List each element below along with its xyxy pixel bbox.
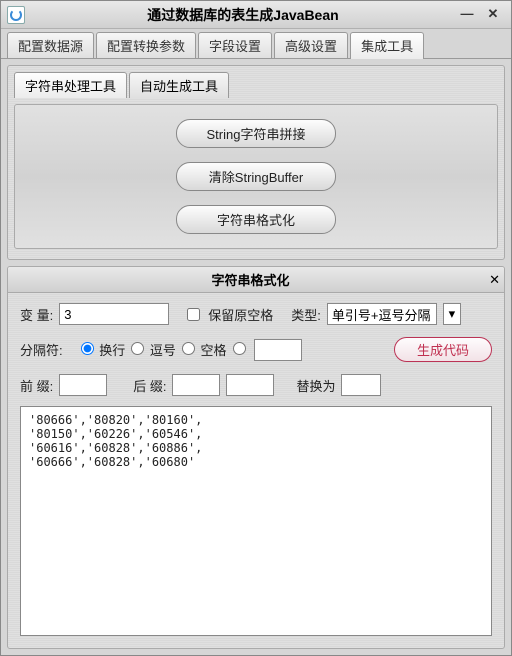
prefix-input[interactable] <box>59 374 107 396</box>
main-tabs: 配置数据源 配置转换参数 字段设置 高级设置 集成工具 <box>1 29 511 59</box>
delim-label: 分隔符: <box>20 340 63 359</box>
window-title: 通过数据库的表生成JavaBean <box>33 5 453 25</box>
keep-spaces-checkbox[interactable] <box>187 308 200 321</box>
subtabs: 字符串处理工具 自动生成工具 <box>14 72 498 98</box>
clear-stringbuffer-button[interactable]: 清除StringBuffer <box>176 162 336 191</box>
app-icon <box>7 6 25 24</box>
delim-newline-option[interactable]: 换行 <box>81 340 126 359</box>
delim-custom-input[interactable] <box>254 339 302 361</box>
format-subwindow: 字符串格式化 ✕ 变 量: 保留原空格 类型: ▾ 分隔符: 换行 <box>7 266 505 649</box>
string-tools-panel: String字符串拼接 清除StringBuffer 字符串格式化 <box>14 104 498 249</box>
minimize-button[interactable]: — <box>455 5 479 25</box>
subtab-string-tools[interactable]: 字符串处理工具 <box>14 72 127 98</box>
replace-label: 替换为 <box>296 376 335 395</box>
delim-space-radio[interactable] <box>182 342 195 355</box>
suffix-input[interactable] <box>172 374 220 396</box>
generate-code-button[interactable]: 生成代码 <box>394 337 492 362</box>
titlebar: 通过数据库的表生成JavaBean — ✕ <box>1 1 511 29</box>
replace-input[interactable] <box>341 374 381 396</box>
tab-advanced[interactable]: 高级设置 <box>274 32 348 58</box>
tab-convert-params[interactable]: 配置转换参数 <box>96 32 196 58</box>
delim-space-option[interactable]: 空格 <box>182 340 227 359</box>
delim-comma-radio[interactable] <box>131 342 144 355</box>
delim-comma-option[interactable]: 逗号 <box>131 340 176 359</box>
string-concat-button[interactable]: String字符串拼接 <box>176 119 336 148</box>
tab-field-settings[interactable]: 字段设置 <box>198 32 272 58</box>
main-window: 通过数据库的表生成JavaBean — ✕ 配置数据源 配置转换参数 字段设置 … <box>0 0 512 656</box>
format-form: 变 量: 保留原空格 类型: ▾ 分隔符: 换行 逗号 <box>8 293 504 406</box>
subtab-autogen-tools[interactable]: 自动生成工具 <box>129 72 229 98</box>
delim-custom-option[interactable] <box>233 342 248 358</box>
prefix-label: 前 缀: <box>20 376 53 395</box>
suffix-label: 后 缀: <box>133 376 166 395</box>
sub-close-button[interactable]: ✕ <box>489 272 500 288</box>
delim-newline-radio[interactable] <box>81 342 94 355</box>
output-textarea[interactable]: '80666','80820','80160', '80150','60226'… <box>20 406 492 636</box>
var-label: 变 量: <box>20 305 53 324</box>
suffix-input-2[interactable] <box>226 374 274 396</box>
type-label: 类型: <box>291 305 321 324</box>
sub-titlebar: 字符串格式化 ✕ <box>8 267 504 293</box>
tab-datasource[interactable]: 配置数据源 <box>7 32 94 58</box>
type-dropdown-button[interactable]: ▾ <box>443 303 461 325</box>
string-format-button[interactable]: 字符串格式化 <box>176 205 336 234</box>
type-select-display[interactable] <box>327 303 437 325</box>
tab-integration-tools[interactable]: 集成工具 <box>350 32 424 59</box>
delim-custom-radio[interactable] <box>233 342 246 355</box>
sub-window-title: 字符串格式化 <box>12 270 489 289</box>
tools-panel: 字符串处理工具 自动生成工具 String字符串拼接 清除StringBuffe… <box>7 65 505 260</box>
var-input[interactable] <box>59 303 169 325</box>
keep-spaces-label: 保留原空格 <box>208 305 273 324</box>
close-button[interactable]: ✕ <box>481 5 505 25</box>
